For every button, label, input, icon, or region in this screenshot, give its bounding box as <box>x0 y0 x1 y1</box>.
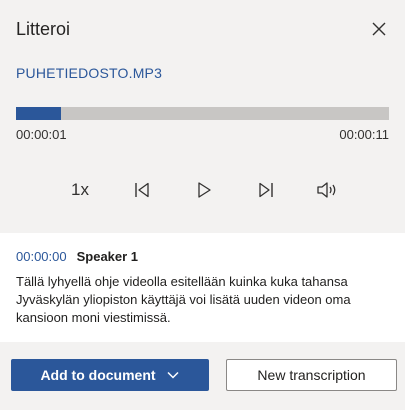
segment-header: 00:00:00 Speaker 1 <box>16 248 389 266</box>
add-to-document-button[interactable]: Add to document <box>11 359 209 391</box>
close-button[interactable] <box>363 13 395 45</box>
play-button[interactable] <box>188 174 220 206</box>
playback-controls: 1x <box>0 174 405 206</box>
transcript-list: 00:00:00 Speaker 1 Tällä lyhyellä ohje vi… <box>0 233 405 342</box>
total-time: 00:00:11 <box>339 127 389 142</box>
skip-previous-icon <box>135 182 149 198</box>
skip-previous-button[interactable] <box>126 174 158 206</box>
skip-next-button[interactable] <box>250 174 282 206</box>
audio-file-link[interactable]: PUHETIEDOSTO.MP3 <box>16 65 162 81</box>
playback-progress-bar[interactable] <box>16 107 389 120</box>
volume-button[interactable] <box>312 174 344 206</box>
play-icon <box>198 182 211 198</box>
pane-footer: Add to document New transcription <box>0 342 405 410</box>
new-transcription-button[interactable]: New transcription <box>226 359 397 391</box>
time-row: 00:00:01 00:00:11 <box>16 127 389 143</box>
pane-header: Litteroi <box>16 17 389 41</box>
volume-icon <box>317 182 336 198</box>
playback-speed-button[interactable]: 1x <box>63 174 97 206</box>
close-icon <box>372 22 386 36</box>
transcript-segment: 00:00:00 Speaker 1 Tällä lyhyellä ohje vi… <box>16 248 389 327</box>
current-time: 00:00:01 <box>16 127 67 142</box>
pane-title: Litteroi <box>16 19 71 39</box>
segment-timestamp-link[interactable]: 00:00:00 <box>16 249 67 264</box>
transcribe-pane: Litteroi PUHETIEDOSTO.MP3 00:00:01 00:00… <box>0 0 405 410</box>
skip-next-icon <box>259 182 273 198</box>
segment-text: Tällä lyhyellä ohje videolla esitellään … <box>16 274 351 325</box>
playback-progress-fill <box>16 107 61 120</box>
chevron-down-icon <box>167 371 179 379</box>
add-to-document-label: Add to document <box>40 367 156 383</box>
segment-speaker: Speaker 1 <box>76 249 139 264</box>
